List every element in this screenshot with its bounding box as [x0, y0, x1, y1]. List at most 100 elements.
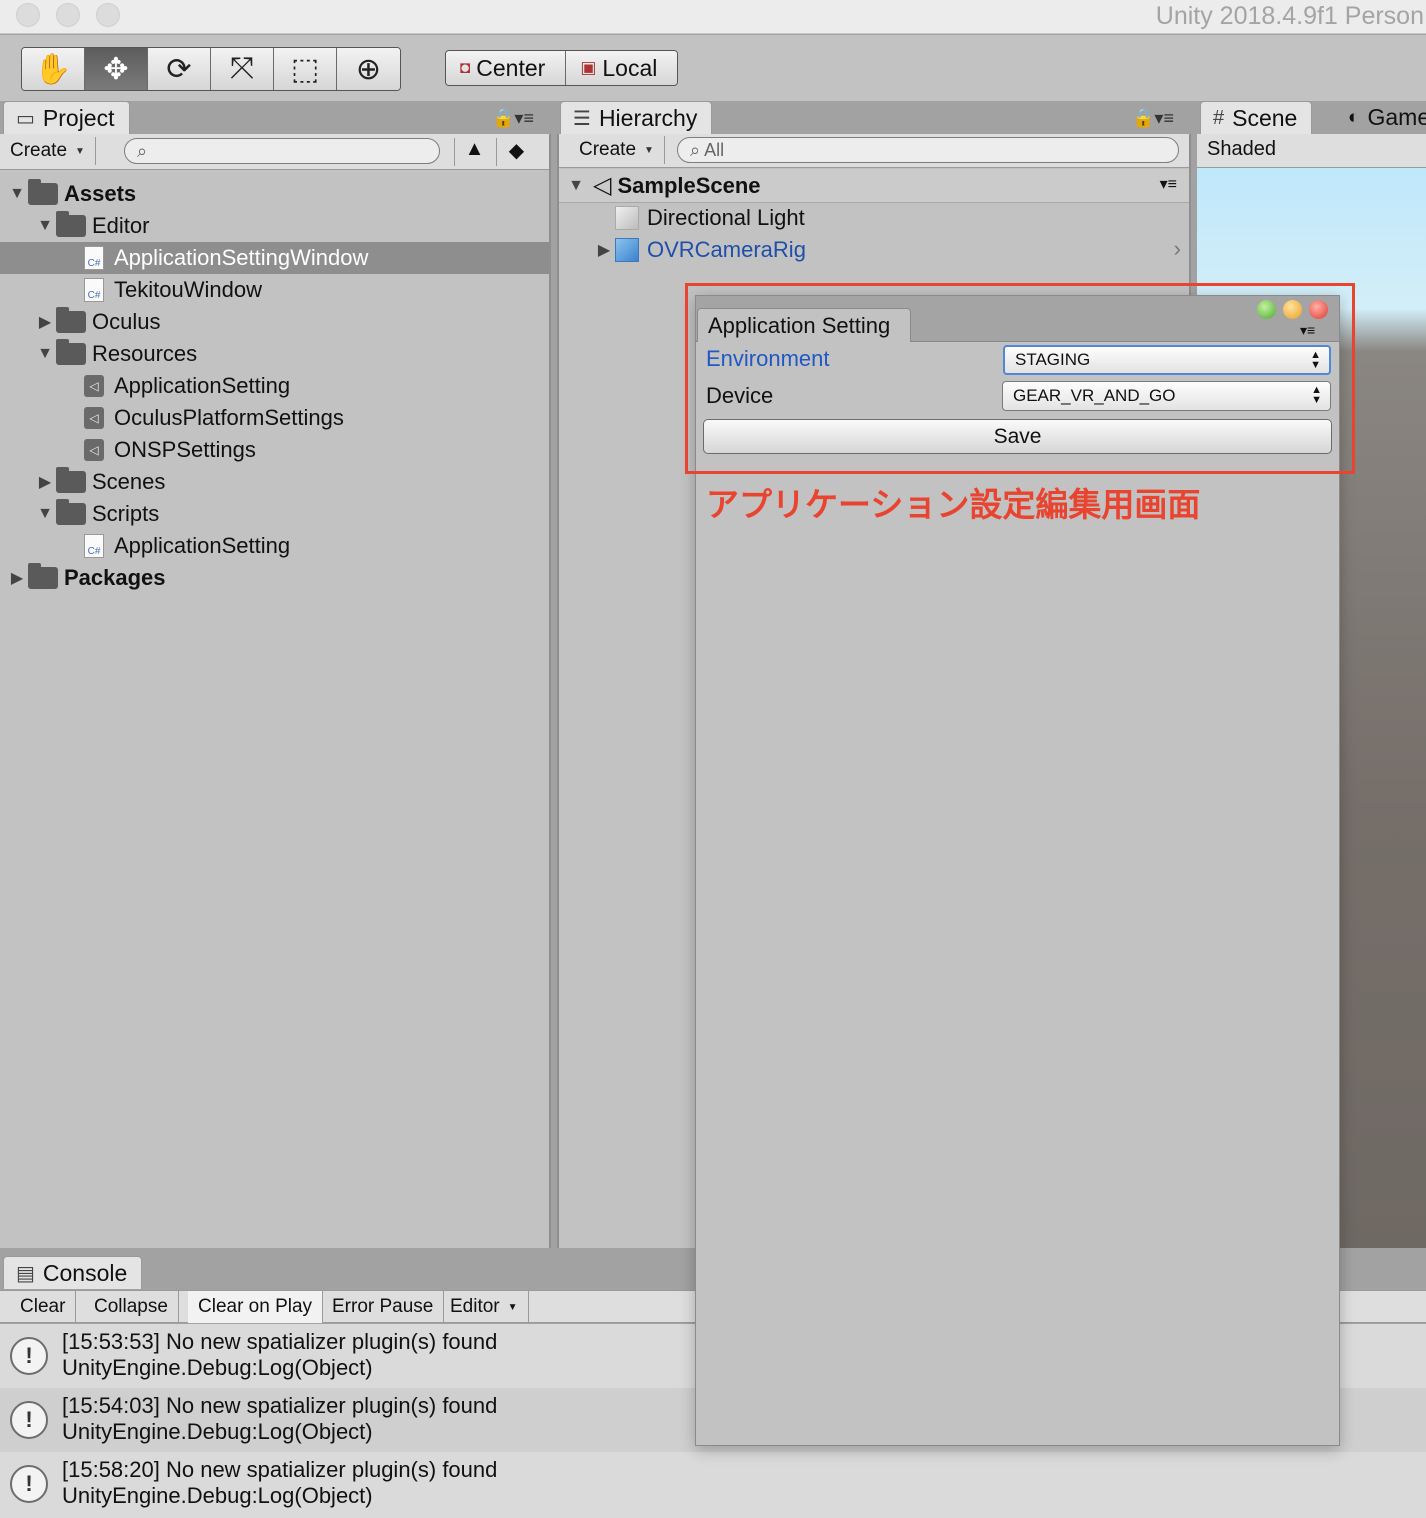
tree-item-label: Oculus: [92, 309, 161, 334]
expanded-arrow-icon[interactable]: ▼: [34, 217, 56, 235]
pivot-controls: ◘ Center ▣ Local: [445, 50, 679, 86]
tree-item-label: Packages: [64, 565, 166, 590]
tree-item-label: Scenes: [92, 469, 166, 494]
grid-icon: #: [1213, 106, 1225, 129]
folder-icon: [56, 211, 86, 237]
main-toolbar: ✋ ✥ ⟳ ⤧ ⬚ ⊕ ◘ Center ▣ Local: [0, 35, 1426, 101]
transform-tools: ✋ ✥ ⟳ ⤧ ⬚ ⊕: [21, 47, 401, 91]
collapsed-arrow-icon[interactable]: ▶: [34, 312, 56, 332]
hierarchy-item-label: OVRCameraRig: [647, 237, 806, 262]
transform-tool-icon: ⊕: [355, 52, 382, 86]
log-line-secondary: UnityEngine.Debug:Log(Object): [62, 1419, 373, 1444]
log-line-secondary: UnityEngine.Debug:Log(Object): [62, 1355, 373, 1380]
console-clear-on-play-button[interactable]: Clear on Play: [188, 1291, 324, 1323]
collapsed-arrow-icon[interactable]: ▶: [6, 568, 28, 588]
folder-icon: [56, 307, 86, 333]
search-icon: ⌕: [690, 139, 701, 160]
project-tree-item[interactable]: ▼ Assets: [0, 178, 549, 210]
panel-lock-icon[interactable]: 🔒▾≡: [492, 108, 534, 129]
scale-tool-button[interactable]: ⤧: [211, 48, 274, 90]
rect-tool-button[interactable]: ⬚: [274, 48, 337, 90]
tree-item-label: Scripts: [92, 501, 160, 526]
project-tree-item[interactable]: ▼ Scripts: [0, 498, 549, 530]
collapsed-arrow-icon[interactable]: ▶: [34, 472, 56, 492]
unity-scene-icon: ◁: [593, 172, 612, 199]
transform-tool-button[interactable]: ⊕: [337, 48, 400, 90]
project-tree-item[interactable]: ▼ Resources: [0, 338, 549, 370]
shading-mode-dropdown[interactable]: Shaded: [1207, 138, 1276, 161]
expand-arrow-icon[interactable]: ▼: [565, 177, 587, 195]
project-tree-item[interactable]: ◁ OculusPlatformSettings: [0, 402, 549, 434]
tab-scene[interactable]: # Scene: [1200, 101, 1313, 134]
folder-icon: [56, 467, 86, 493]
search-icon: ⌕: [137, 140, 148, 161]
project-tree-item[interactable]: ▶ Packages: [0, 562, 549, 594]
tree-item-label: Editor: [92, 213, 150, 238]
csharp-file-icon: C#: [84, 534, 104, 558]
filter-by-type-icon[interactable]: ▲: [454, 138, 494, 166]
tab-console[interactable]: ▤ Console: [3, 1256, 143, 1289]
pivot-local-button[interactable]: ▣ Local: [565, 51, 678, 85]
console-log-entry[interactable]: ! [15:58:20] No new spatializer plugin(s)…: [0, 1452, 1426, 1516]
project-tree: ▼ Assets ▼ Editor C# ApplicationSettingWindow…: [0, 178, 549, 594]
scene-header-row[interactable]: ▼ ◁ SampleScene ▾≡: [559, 169, 1189, 203]
title-bar: Unity 2018.4.9f1 Person: [0, 0, 1426, 34]
cube-icon: ▣: [580, 58, 597, 77]
folder-icon: ▭: [16, 107, 35, 130]
expanded-arrow-icon[interactable]: ▼: [34, 345, 56, 363]
hierarchy-item[interactable]: ▶ OVRCameraRig ›: [559, 234, 1189, 266]
project-tree-item[interactable]: C# ApplicationSetting: [0, 530, 549, 562]
hierarchy-item[interactable]: Directional Light: [559, 202, 1189, 234]
pivot-center-button[interactable]: ◘ Center: [446, 51, 566, 85]
tree-item-label: OculusPlatformSettings: [114, 405, 344, 430]
console-editor-button[interactable]: Editor ▼: [440, 1291, 529, 1323]
close-window-button[interactable]: [16, 3, 40, 27]
expanded-arrow-icon[interactable]: ▼: [34, 505, 56, 523]
console-error-pause-button[interactable]: Error Pause: [322, 1291, 445, 1323]
project-tree-item[interactable]: ▼ Editor: [0, 210, 549, 242]
project-tree-item[interactable]: ◁ ApplicationSetting: [0, 370, 549, 402]
project-tree-item[interactable]: C# TekitouWindow: [0, 274, 549, 306]
move-tool-button[interactable]: ✥: [85, 48, 148, 90]
chevron-right-icon[interactable]: ›: [1174, 236, 1181, 262]
scene-menu-icon[interactable]: ▾≡: [1160, 174, 1177, 194]
tree-item-label: ApplicationSettingWindow: [114, 245, 369, 270]
filter-by-label-icon[interactable]: ◆: [496, 138, 536, 166]
tree-item-label: ApplicationSetting: [114, 373, 291, 398]
project-panel: Create ▼ ⌕ ▲ ◆ ▼ Assets ▼ Editor C# Applicatio…: [0, 134, 551, 1248]
console-clear-button[interactable]: Clear: [10, 1291, 77, 1323]
tab-project[interactable]: ▭ Project: [3, 101, 130, 134]
project-tree-item[interactable]: C# ApplicationSettingWindow: [0, 242, 549, 274]
tree-item-label: TekitouWindow: [114, 277, 262, 302]
hierarchy-item-label: Directional Light: [647, 205, 805, 230]
hierarchy-lock-icon[interactable]: 🔒▾≡: [1132, 108, 1174, 129]
tree-item-label: Assets: [64, 181, 137, 206]
hierarchy-create-dropdown[interactable]: Create ▼: [569, 136, 665, 164]
rotate-tool-button[interactable]: ⟳: [148, 48, 211, 90]
project-tree-item[interactable]: ▶ Oculus: [0, 306, 549, 338]
project-create-dropdown[interactable]: Create ▼: [0, 137, 96, 165]
warning-icon: !: [10, 1465, 48, 1503]
game-object-cube-icon: [615, 238, 639, 262]
rotate-tool-icon: ⟳: [166, 52, 192, 86]
expanded-arrow-icon[interactable]: ▼: [6, 185, 28, 203]
project-tree-item[interactable]: ▶ Scenes: [0, 466, 549, 498]
move-tool-icon: ✥: [103, 52, 129, 86]
rect-tool-icon: ⬚: [290, 52, 320, 86]
project-search-input[interactable]: ⌕: [124, 138, 440, 164]
scene-name: SampleScene: [617, 172, 761, 198]
window-title: Unity 2018.4.9f1 Person: [1155, 2, 1424, 30]
tab-hierarchy[interactable]: ☰ Hierarchy: [560, 101, 713, 134]
collapsed-arrow-icon[interactable]: ▶: [593, 240, 615, 260]
csharp-file-icon: C#: [84, 246, 104, 270]
minimize-window-button[interactable]: [56, 3, 80, 27]
tab-game[interactable]: ◐ Game: [1336, 101, 1426, 134]
log-line-primary: [15:54:03] No new spatializer plugin(s) …: [62, 1393, 498, 1418]
project-tree-item[interactable]: ◁ ONSPSettings: [0, 434, 549, 466]
console-collapse-button[interactable]: Collapse: [84, 1291, 179, 1323]
hierarchy-search-input[interactable]: ⌕ All: [677, 137, 1179, 163]
hand-tool-button[interactable]: ✋: [22, 48, 85, 90]
tree-item-label: Resources: [92, 341, 198, 366]
zoom-window-button[interactable]: [96, 3, 120, 27]
unity-asset-icon: ◁: [84, 375, 104, 397]
